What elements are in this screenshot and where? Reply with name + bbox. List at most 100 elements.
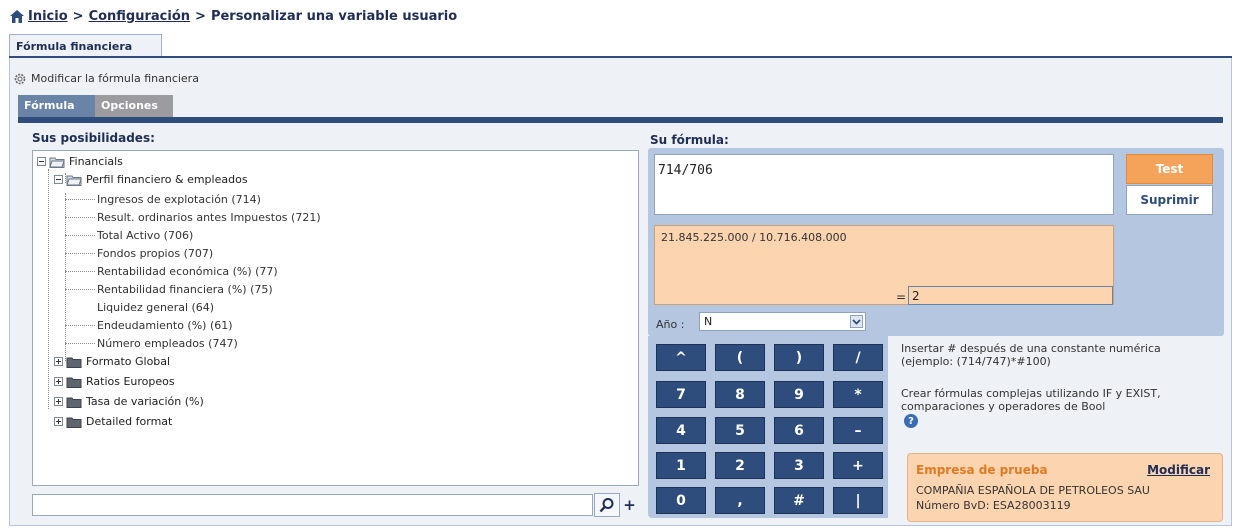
tab-formula[interactable]: Fórmula xyxy=(18,95,95,117)
tree-node-label: Ratios Europeos xyxy=(86,375,175,388)
key-1[interactable]: 1 xyxy=(656,452,706,479)
help-text-complex: Crear fórmulas complejas utilizando IF y… xyxy=(901,387,1161,400)
tree-leaf-item[interactable]: Liquidez general (64) xyxy=(97,299,214,316)
tree-leaf-item[interactable]: Rentabilidad financiera (%) (75) xyxy=(97,281,273,298)
key-3[interactable]: 3 xyxy=(774,452,824,479)
help-icon[interactable]: ? xyxy=(904,414,918,428)
tree-leaf-item[interactable]: Total Activo (706) xyxy=(97,227,193,244)
company-full-name: COMPAÑIA ESPAÑOLA DE PETROLEOS SAU xyxy=(916,484,1150,497)
key-plus[interactable]: + xyxy=(833,452,883,479)
tab-opciones[interactable]: Opciones xyxy=(95,95,173,117)
key-2[interactable]: 2 xyxy=(715,452,765,479)
inner-tabs: Fórmula Opciones xyxy=(18,95,173,117)
tab-formula-financiera[interactable]: Fórmula financiera xyxy=(9,34,162,57)
dropdown-arrow-icon[interactable] xyxy=(850,315,863,328)
breadcrumb-current: Personalizar una variable usuario xyxy=(210,8,458,24)
key-multiply[interactable]: * xyxy=(833,381,883,408)
tree-node-label: Financials xyxy=(69,155,123,168)
key-close-paren[interactable]: ) xyxy=(774,344,824,371)
tree-leaf-item[interactable]: Rentabilidad económica (%) (77) xyxy=(97,263,278,280)
subtitle-text: Modificar la fórmula financiera xyxy=(31,72,199,85)
help-text-bool: comparaciones y operadores de Bool xyxy=(901,400,1106,413)
folder-icon xyxy=(66,397,82,408)
tree-leaf-item[interactable]: Número empleados (747) xyxy=(97,335,238,352)
collapse-toggle-icon[interactable] xyxy=(54,175,63,184)
test-button[interactable]: Test xyxy=(1126,154,1213,184)
expand-toggle-icon[interactable] xyxy=(54,397,63,406)
expand-toggle-icon[interactable] xyxy=(54,417,63,426)
home-icon xyxy=(10,9,24,23)
tree-leaf-item[interactable]: Endeudamiento (%) (61) xyxy=(97,317,233,334)
tree-guide xyxy=(65,217,95,218)
folder-icon xyxy=(66,417,82,428)
key-pipe[interactable]: | xyxy=(833,487,883,514)
year-selected-value: N xyxy=(704,315,713,328)
company-box: Empresa de prueba Modificar COMPAÑIA ESP… xyxy=(907,453,1223,522)
key-5[interactable]: 5 xyxy=(715,417,765,444)
help-text-example: (ejemplo: (714/747)*#100) xyxy=(901,355,1051,368)
tree-leaf-item[interactable]: Result. ordinarios antes Impuestos (721) xyxy=(97,209,321,226)
tree-node-tasa-variacion[interactable]: Tasa de variación (%) xyxy=(54,393,204,410)
formula-textarea[interactable]: 714/706 xyxy=(654,154,1114,215)
tree-node-ratios-europeos[interactable]: Ratios Europeos xyxy=(54,373,175,390)
tree-node-label: Detailed format xyxy=(86,415,173,428)
company-bvd-number: Número BvD: ESA28003119 xyxy=(916,499,1071,512)
key-8[interactable]: 8 xyxy=(715,381,765,408)
breadcrumb-config-link[interactable]: Configuración xyxy=(89,9,190,24)
tree-node-financials[interactable]: Financials xyxy=(37,153,123,170)
folder-icon xyxy=(66,377,82,388)
tree-guide xyxy=(65,199,95,200)
expand-toggle-icon[interactable] xyxy=(54,377,63,386)
tree-leaf-item[interactable]: Ingresos de explotación (714) xyxy=(97,191,261,208)
key-hash[interactable]: # xyxy=(774,487,824,514)
search-input[interactable] xyxy=(32,494,593,516)
help-text-constant: Insertar # después de una constante numé… xyxy=(901,342,1161,355)
tree-guide xyxy=(65,343,95,344)
tree-node-label: Formato Global xyxy=(86,355,171,368)
tree-guide xyxy=(65,193,66,361)
breadcrumb-separator: > xyxy=(72,8,84,24)
gear-icon xyxy=(14,73,26,84)
year-select[interactable]: N xyxy=(699,312,866,331)
tree-guide xyxy=(65,235,95,236)
tree-node-perfil[interactable]: Perfil financiero & empleados xyxy=(54,171,248,188)
breadcrumb-separator: > xyxy=(195,8,206,24)
search-icon xyxy=(599,498,614,513)
formula-label: Su fórmula: xyxy=(650,133,729,147)
tree-node-formato-global[interactable]: Formato Global xyxy=(54,353,170,370)
key-caret[interactable]: ^ xyxy=(656,344,706,371)
modify-company-link[interactable]: Modificar xyxy=(1147,463,1210,477)
key-divide[interactable]: / xyxy=(833,344,883,371)
folder-open-icon xyxy=(66,175,82,186)
key-comma[interactable]: , xyxy=(715,487,765,514)
collapse-toggle-icon[interactable] xyxy=(37,157,46,166)
result-value: 2 xyxy=(908,286,1113,305)
company-title: Empresa de prueba xyxy=(916,463,1048,477)
tree-node-detailed-format[interactable]: Detailed format xyxy=(54,413,172,430)
key-0[interactable]: 0 xyxy=(656,487,706,514)
key-6[interactable]: 6 xyxy=(774,417,824,444)
delete-button[interactable]: Suprimir xyxy=(1126,185,1213,215)
possibilities-label: Sus posibilidades: xyxy=(32,131,155,145)
breadcrumb-home-link[interactable]: Inicio xyxy=(28,9,68,24)
breadcrumb: Inicio > Configuración > Personalizar un… xyxy=(10,6,457,26)
tree-leaf-item[interactable]: Fondos propios (707) xyxy=(97,245,213,262)
key-4[interactable]: 4 xyxy=(656,417,706,444)
key-minus[interactable]: – xyxy=(833,417,883,444)
tree-guide xyxy=(65,325,95,326)
key-7[interactable]: 7 xyxy=(656,381,706,408)
tree-node-label: Tasa de variación (%) xyxy=(86,395,204,408)
key-open-paren[interactable]: ( xyxy=(715,344,765,371)
inner-tab-underline xyxy=(18,117,1223,123)
tree-guide xyxy=(48,169,49,409)
folder-open-icon xyxy=(49,157,65,168)
tree-guide xyxy=(65,289,95,290)
expand-toggle-icon[interactable] xyxy=(54,357,63,366)
tree-node-label: Perfil financiero & empleados xyxy=(86,173,248,186)
tree-guide xyxy=(65,253,95,254)
search-button[interactable] xyxy=(594,493,620,517)
key-9[interactable]: 9 xyxy=(774,381,824,408)
section-subtitle: Modificar la fórmula financiera xyxy=(14,72,199,85)
equals-sign: = xyxy=(896,290,907,304)
add-button[interactable]: + xyxy=(620,493,639,517)
